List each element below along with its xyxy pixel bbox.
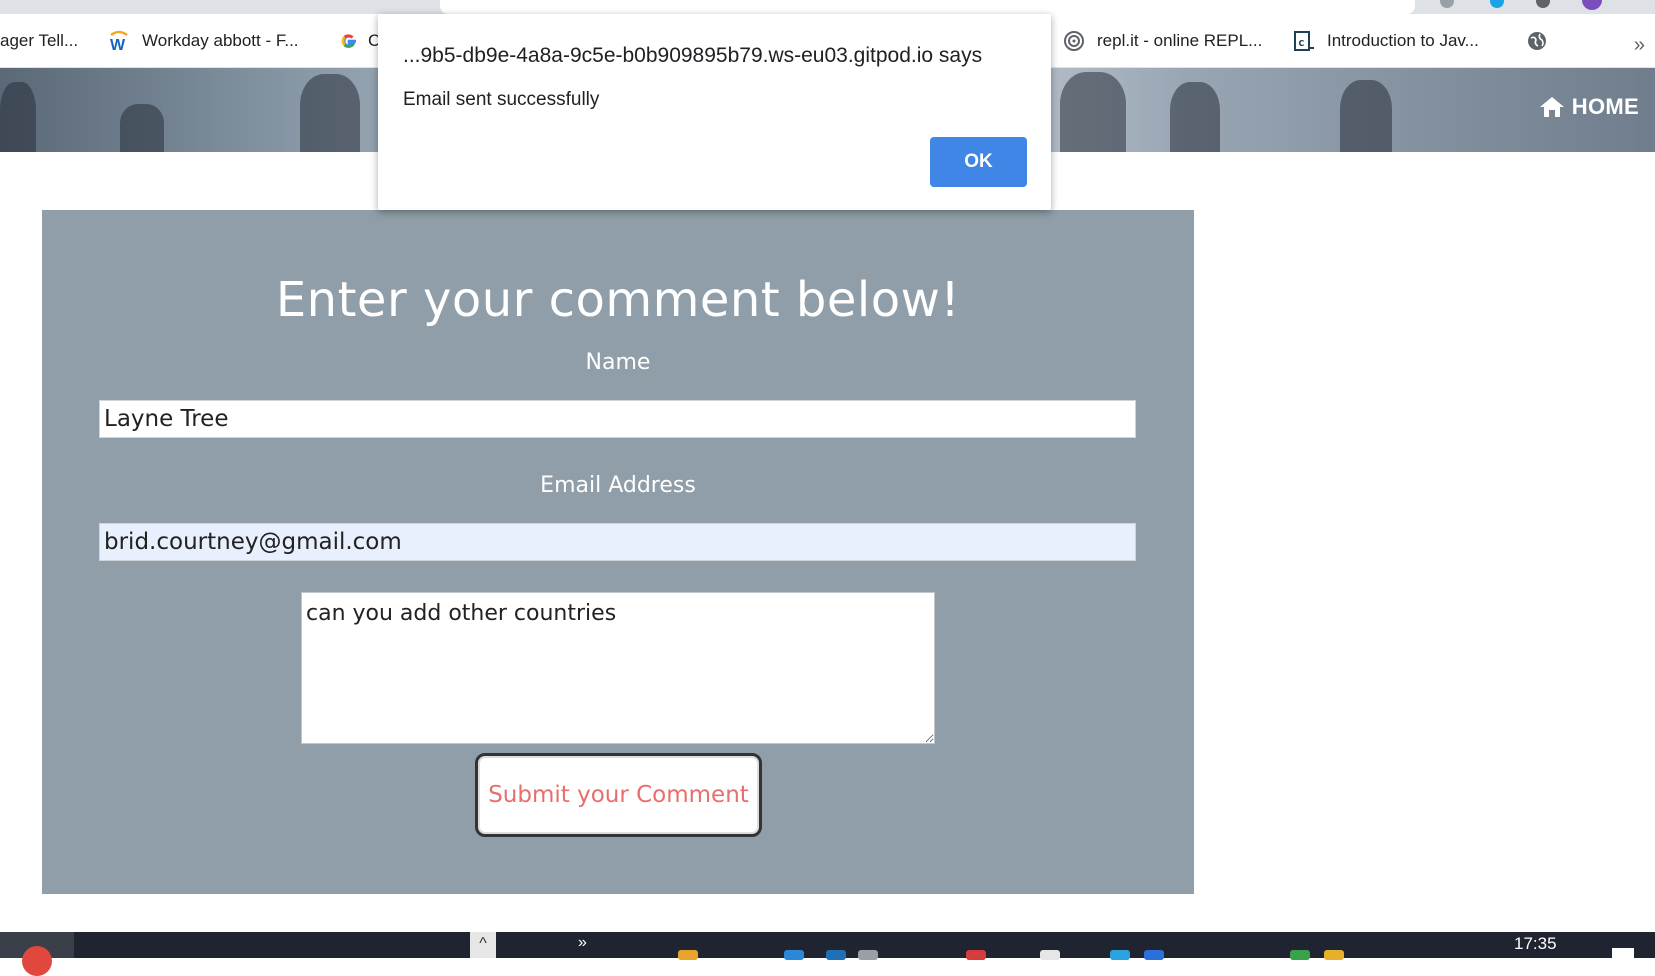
notification-icon[interactable] (1612, 948, 1634, 960)
bookmark-label: Workday abbott - F... (142, 31, 299, 50)
app-icon (22, 946, 52, 976)
banner-figure (120, 104, 164, 152)
dialog-ok-button[interactable]: OK (930, 137, 1027, 187)
start-button[interactable] (0, 932, 74, 976)
svg-text:W: W (110, 37, 126, 52)
alert-dialog: ...9b5-db9e-4a8a-9c5e-b0b909895b79.ws-eu… (378, 14, 1051, 210)
tray-icon[interactable] (1290, 950, 1310, 960)
bookmark-item-replit[interactable]: repl.it - online REPL... (1063, 28, 1262, 54)
profile-avatar[interactable] (1582, 0, 1602, 10)
puzzle-icon[interactable] (1536, 0, 1550, 8)
taskbar-overflow-chevron[interactable]: » (578, 934, 587, 952)
tray-icon[interactable] (1040, 950, 1060, 960)
replit-icon (1063, 30, 1085, 52)
bookmark-label: ager Tell... (0, 31, 79, 50)
shield-extension-icon[interactable] (1490, 0, 1504, 8)
banner-figure (0, 82, 36, 152)
tray-icon[interactable] (1110, 950, 1130, 960)
extension-icon[interactable] (1440, 0, 1454, 8)
email-label: Email Address (540, 473, 696, 498)
tray-icon[interactable] (826, 950, 846, 960)
bookmark-item-google[interactable]: C (338, 28, 380, 54)
os-taskbar: ^ » 17:35 (0, 932, 1655, 976)
tray-icon[interactable] (1144, 950, 1164, 960)
home-label: HOME (1571, 94, 1639, 119)
globe-bookmark[interactable] (1526, 28, 1560, 54)
bookmarks-overflow-button[interactable]: » (1634, 34, 1645, 57)
tray-icon[interactable] (1324, 950, 1344, 960)
comment-form-panel: Enter your comment below! Name Email Add… (42, 210, 1194, 894)
tray-icon[interactable] (858, 950, 878, 960)
bookmark-item-workday[interactable]: W Workday abbott - F... (108, 28, 299, 54)
email-input[interactable] (99, 523, 1136, 561)
bookmark-item[interactable]: ager Tell... (0, 28, 78, 54)
active-tab-fragment[interactable] (440, 0, 1415, 14)
bookmark-item-codecademy[interactable]: c Introduction to Jav... (1293, 28, 1479, 54)
dialog-message: Email sent successfully (403, 89, 600, 110)
tray-icon[interactable] (966, 950, 986, 960)
banner-figure (1170, 82, 1220, 152)
name-label: Name (585, 350, 651, 375)
comment-textarea[interactable]: can you add other countries (301, 592, 935, 744)
banner-figure (300, 74, 360, 152)
home-icon (1539, 97, 1564, 117)
dialog-origin-text: ...9b5-db9e-4a8a-9c5e-b0b909895b79.ws-eu… (403, 44, 983, 67)
name-input[interactable] (99, 400, 1136, 438)
bookmark-label: Introduction to Jav... (1327, 31, 1479, 50)
banner-figure (1060, 72, 1126, 152)
bookmark-label: repl.it - online REPL... (1097, 31, 1263, 50)
browser-tab-strip (0, 0, 1655, 14)
home-link[interactable]: HOME (1538, 94, 1639, 120)
globe-icon (1526, 30, 1548, 52)
tray-icon[interactable] (678, 950, 698, 960)
form-title: Enter your comment below! (275, 272, 961, 328)
codecademy-icon: c (1293, 30, 1315, 52)
taskbar-clock[interactable]: 17:35 (1514, 934, 1557, 954)
hidden-icons-caret[interactable]: ^ (470, 932, 496, 958)
tray-icon[interactable] (784, 950, 804, 960)
svg-text:c: c (1298, 36, 1305, 49)
workday-icon: W (108, 30, 130, 52)
submit-comment-button[interactable]: Submit your Comment (475, 753, 762, 837)
banner-figure (1340, 80, 1392, 152)
google-icon (338, 30, 360, 52)
